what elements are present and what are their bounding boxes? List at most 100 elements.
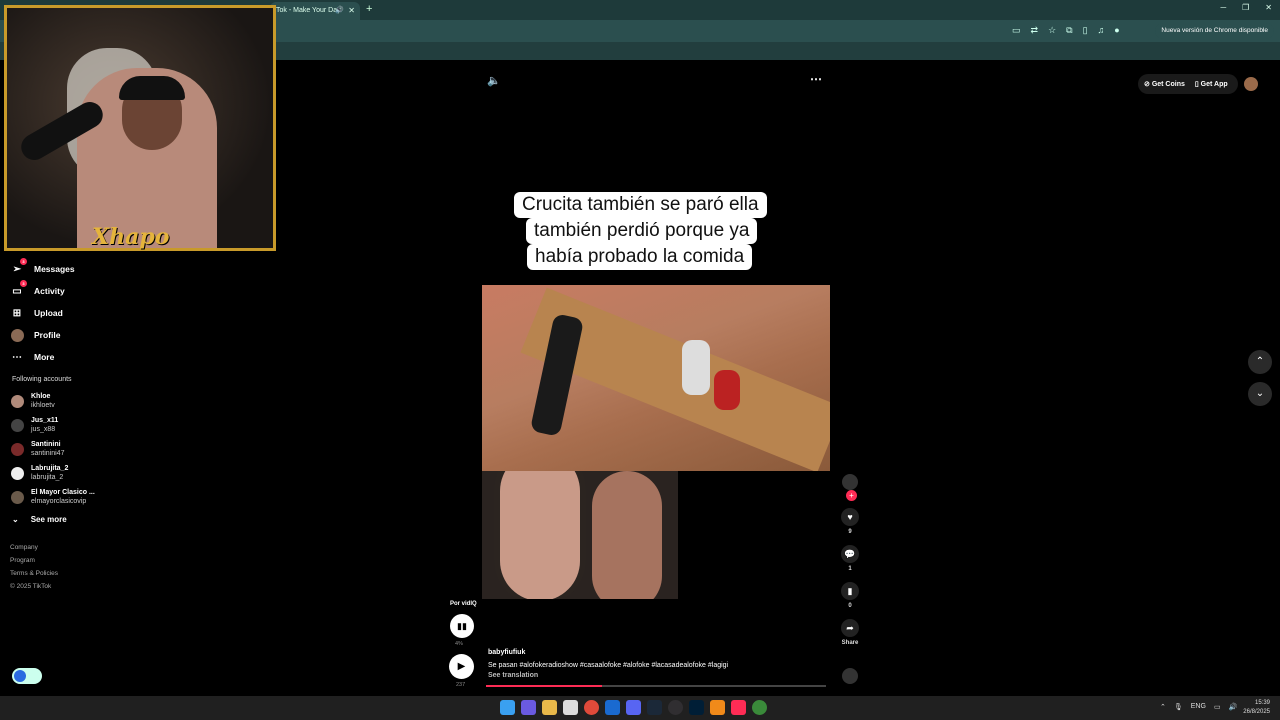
restore-icon[interactable]: ❐ — [1242, 3, 1249, 12]
comment-icon[interactable]: 💬 — [841, 545, 859, 563]
cap — [119, 76, 185, 100]
close-tab-icon[interactable]: ✕ — [348, 2, 355, 20]
sidebar-item-more[interactable]: ⋯ More — [8, 346, 128, 368]
following-account[interactable]: Santinini santinini47 — [8, 437, 128, 461]
get-coins-button[interactable]: ⊘ Get Coins — [1144, 80, 1185, 88]
taskbar-apps — [500, 700, 767, 715]
following-account[interactable]: Labrujita_2 labrujita_2 — [8, 461, 128, 485]
language-indicator[interactable]: ENG — [1191, 703, 1206, 711]
vidiq-percent: 4% — [455, 641, 463, 647]
store-icon[interactable] — [563, 700, 578, 715]
bookmark-star-icon[interactable]: ☆ — [1048, 25, 1056, 36]
follow-plus-icon[interactable]: + — [846, 490, 857, 501]
translate-icon[interactable]: ⇄ — [1031, 25, 1039, 36]
sidebar-item-activity[interactable]: ▭ 3 Activity — [8, 280, 128, 302]
person-figure — [714, 370, 740, 410]
windows-start-icon[interactable] — [500, 700, 515, 715]
vidiq-count: 237 — [456, 682, 466, 688]
profile-icon[interactable]: ● — [1114, 25, 1119, 36]
account-name: Santinini — [31, 441, 61, 448]
browser-tab[interactable]: Tok - Make Your Day 🔊 ✕ — [270, 2, 360, 20]
account-name: Khloe — [31, 393, 51, 400]
profile-avatar — [10, 328, 24, 342]
stats-bar-icon[interactable]: ▮▮ — [450, 614, 474, 638]
obs-icon[interactable] — [668, 700, 683, 715]
clock[interactable]: 15:39 26/8/2025 — [1243, 699, 1270, 717]
tiktok-icon[interactable] — [731, 700, 746, 715]
music-disc-icon[interactable] — [842, 668, 858, 684]
chrome-alt-icon[interactable] — [752, 700, 767, 715]
avatar — [11, 490, 24, 504]
save-action[interactable]: ▮ 0 — [840, 582, 860, 609]
chrome-update-button[interactable]: Nueva versión de Chrome disponible — [1155, 23, 1274, 39]
sidebar-item-messages[interactable]: ➢ 3 Messages — [8, 258, 128, 280]
sidebar-item-label: Messages — [34, 264, 75, 274]
see-more-button[interactable]: ⌄ See more — [8, 509, 128, 529]
video-author[interactable]: babyfiufiuk — [488, 649, 525, 656]
footer-link-program[interactable]: Program — [10, 554, 128, 567]
like-count: 9 — [848, 529, 852, 535]
caption-line: había probado la comida — [527, 244, 753, 270]
avatar — [11, 418, 24, 432]
speaker-icon[interactable]: 🔊 — [1229, 703, 1238, 711]
chevron-down-icon: ⌄ — [12, 514, 19, 524]
theme-toggle[interactable] — [12, 668, 42, 684]
play-icon[interactable]: ▶ — [449, 654, 474, 679]
next-video-button[interactable]: ⌄ — [1248, 382, 1272, 406]
new-tab-button[interactable]: + — [366, 3, 372, 15]
inbox-icon: ▭ 3 — [10, 280, 27, 298]
extensions-icon[interactable]: ⧉ — [1066, 25, 1072, 36]
close-window-icon[interactable]: ✕ — [1265, 3, 1272, 12]
comment-action[interactable]: 💬 1 — [840, 545, 860, 572]
user-avatar[interactable] — [1244, 77, 1258, 91]
account-handle: elmayorclasicovip — [31, 498, 87, 505]
chevron-up-icon[interactable]: ⌃ — [1160, 703, 1166, 711]
copilot-icon[interactable] — [521, 700, 536, 715]
account-handle: jus_x88 — [31, 426, 56, 433]
footer-link-company[interactable]: Company — [10, 541, 128, 554]
sidebar-item-upload[interactable]: ⊞ Upload — [8, 302, 128, 324]
video-frame-portrait[interactable] — [482, 471, 678, 599]
account-name: Labrujita_2 — [31, 465, 69, 472]
share-icon[interactable]: ➦ — [841, 619, 859, 637]
account-name: Jus_x11 — [31, 417, 59, 424]
network-icon[interactable]: ▭ — [1214, 703, 1221, 711]
person-figure — [500, 471, 580, 599]
video-frame-dining-room[interactable] — [482, 285, 830, 471]
sidebar: ➢ 3 Messages ▭ 3 Activity ⊞ Upload Profile… — [8, 258, 128, 593]
share-action[interactable]: ➦ Share — [840, 619, 860, 646]
like-action[interactable]: ♥ 9 — [840, 508, 860, 535]
clock-date: 26/8/2025 — [1243, 709, 1270, 715]
footer-link-terms[interactable]: Terms & Policies — [10, 567, 128, 580]
previous-video-button[interactable]: ⌃ — [1248, 350, 1272, 374]
heart-icon[interactable]: ♥ — [841, 508, 859, 526]
media-icon[interactable]: ♫ — [1098, 25, 1105, 36]
cast-icon[interactable]: ▭ — [1012, 25, 1021, 36]
creator-avatar[interactable]: + — [842, 474, 858, 501]
sidebar-item-profile[interactable]: Profile — [8, 324, 128, 346]
vlc-icon[interactable] — [710, 700, 725, 715]
person-figure — [682, 340, 710, 395]
more-options-icon[interactable]: ⋯ — [810, 72, 822, 86]
photoshop-icon[interactable] — [689, 700, 704, 715]
sidepanel-icon[interactable]: ▯ — [1083, 25, 1088, 36]
steam-icon[interactable] — [647, 700, 662, 715]
discord-icon[interactable] — [626, 700, 641, 715]
sidebar-item-label: Upload — [34, 308, 63, 318]
share-label: Share — [841, 640, 859, 646]
following-account[interactable]: Jus_x11 jus_x88 — [8, 413, 128, 437]
see-translation-link[interactable]: See translation — [488, 672, 538, 679]
bookmark-icon[interactable]: ▮ — [841, 582, 859, 600]
folder-icon[interactable] — [542, 700, 557, 715]
minimize-icon[interactable]: ─ — [1220, 3, 1226, 12]
speaker-icon[interactable]: 🔊 — [335, 2, 344, 20]
mic-icon[interactable]: 🎙 — [1174, 703, 1183, 711]
get-app-button[interactable]: ▯ Get App — [1195, 80, 1228, 88]
outlook-icon[interactable] — [605, 700, 620, 715]
chrome-icon[interactable] — [584, 700, 599, 715]
header-actions: ⊘ Get Coins ▯ Get App — [1138, 74, 1238, 94]
following-account[interactable]: El Mayor Clasico ... elmayorclasicovip — [8, 485, 128, 509]
video-progress-bar[interactable] — [486, 685, 826, 687]
volume-icon[interactable]: 🔈 — [487, 74, 501, 87]
following-account[interactable]: Khloe ikhloetv — [8, 389, 128, 413]
